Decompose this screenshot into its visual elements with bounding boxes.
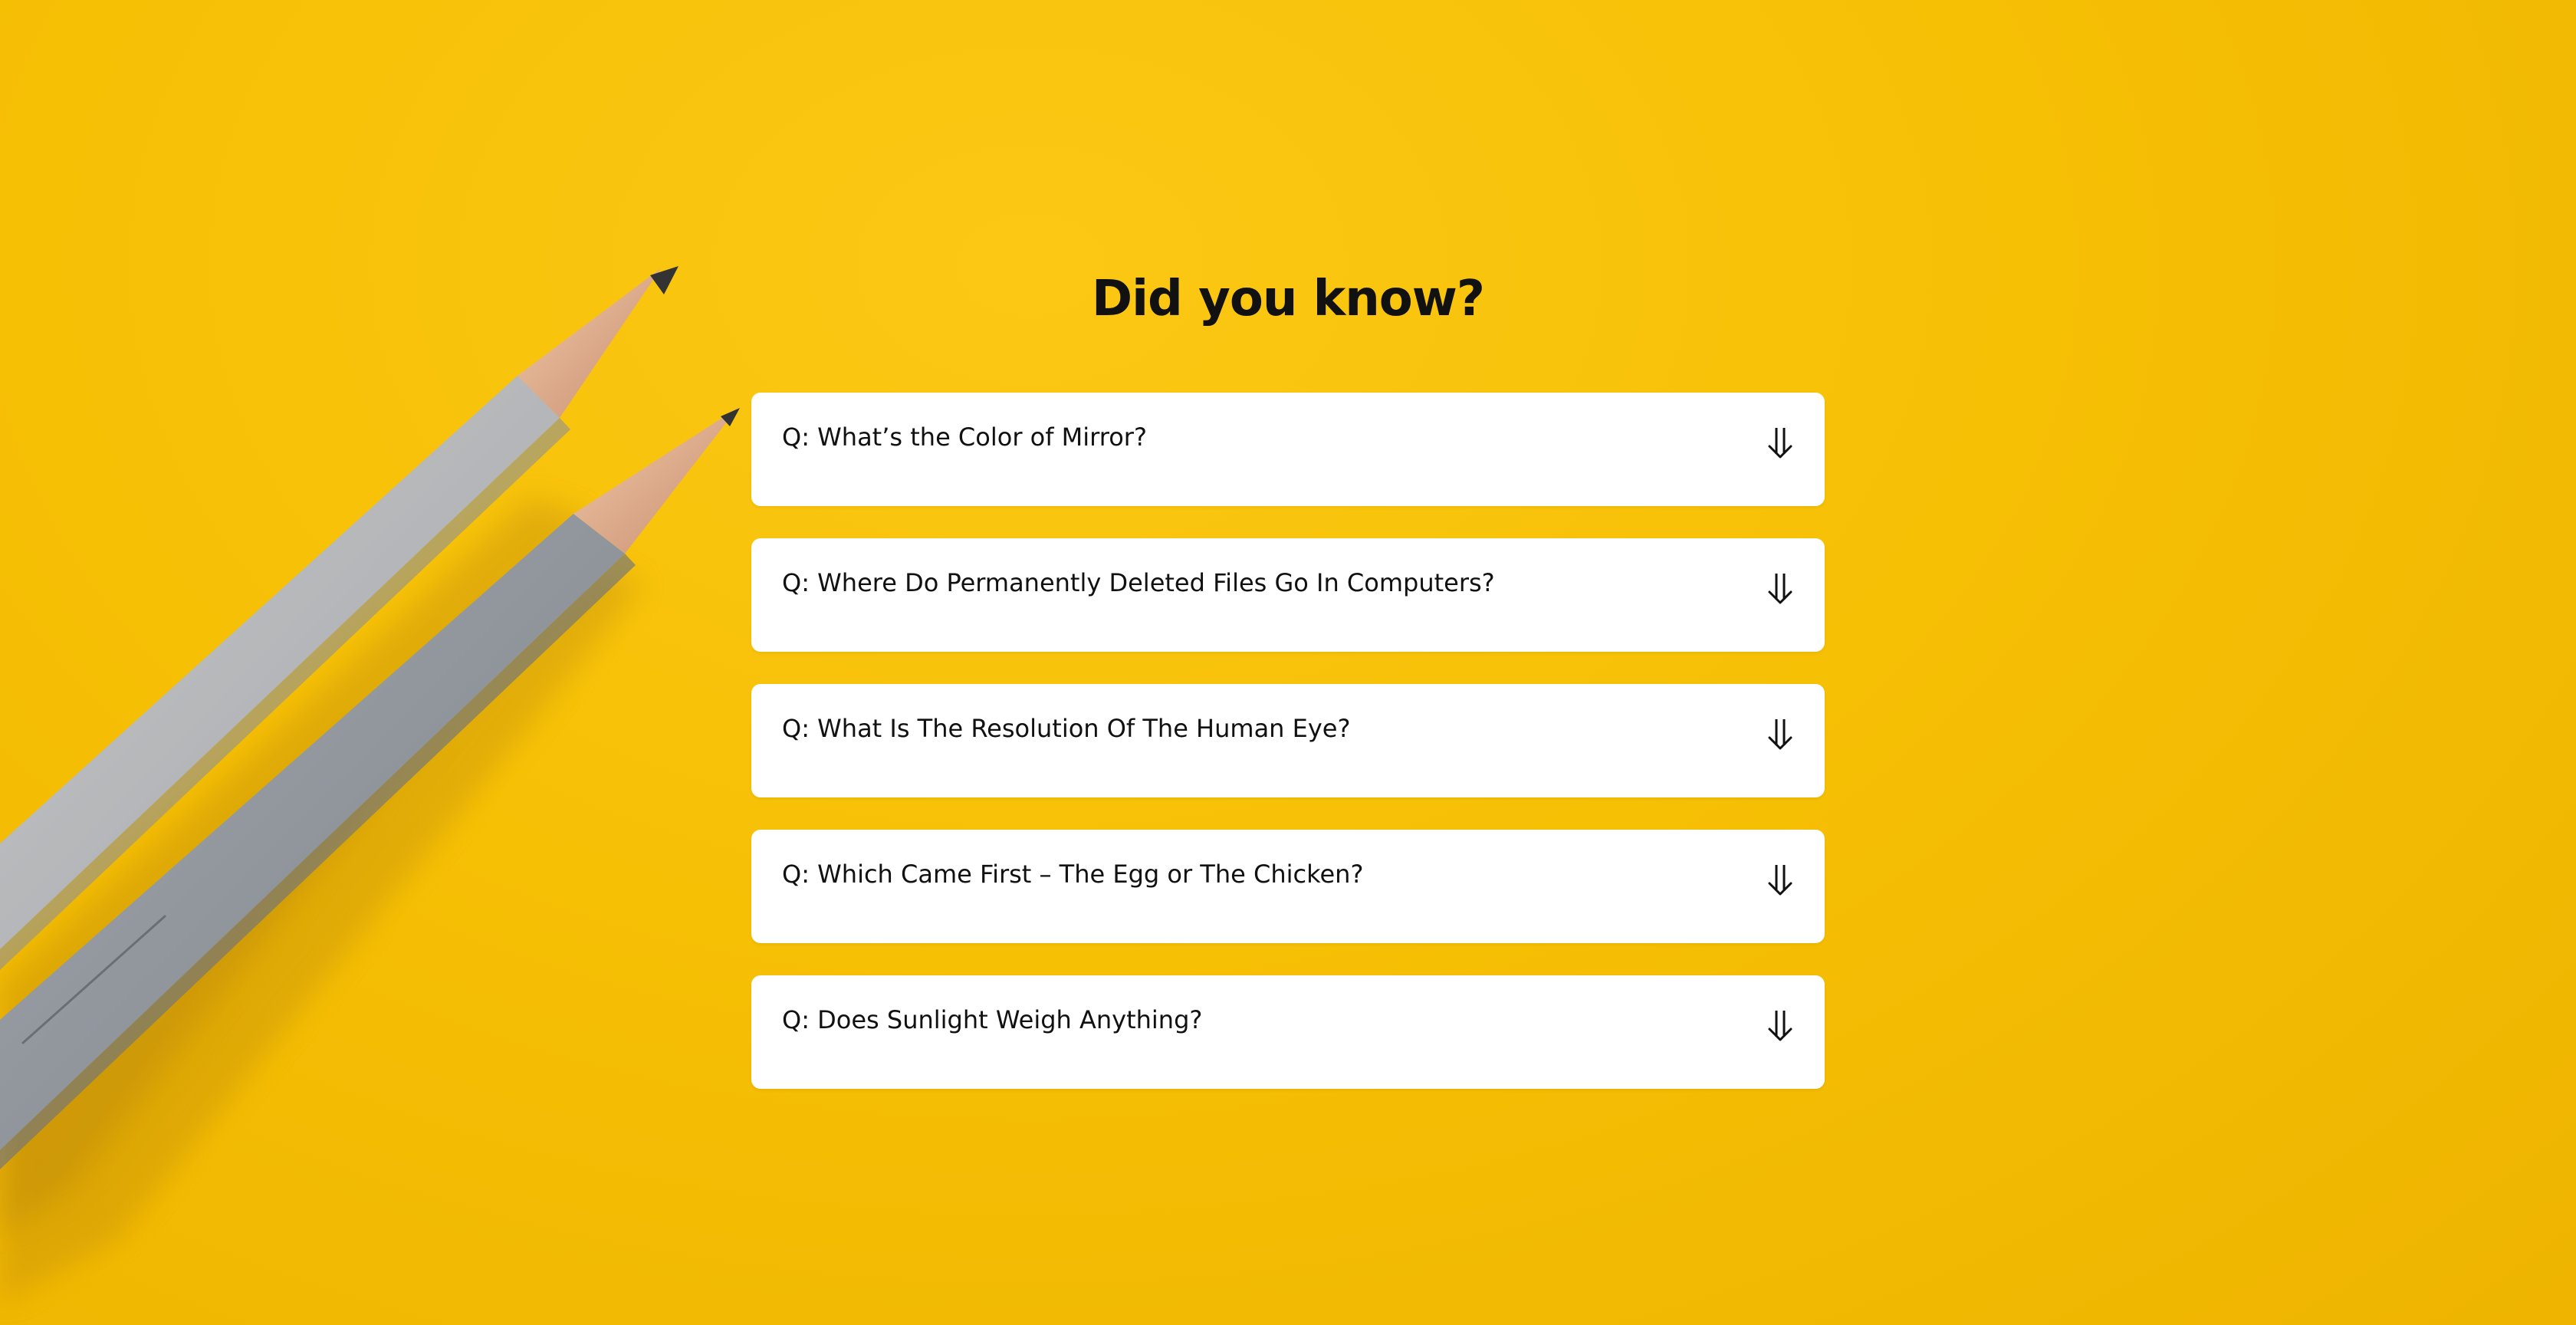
faq-item-deleted-files[interactable]: Q: Where Do Permanently Deleted Files Go… <box>751 538 1825 652</box>
double-arrow-down-icon[interactable] <box>1765 570 1796 604</box>
double-arrow-down-icon[interactable] <box>1765 425 1796 459</box>
faq-question-label: Q: Does Sunlight Weigh Anything? <box>782 1005 1203 1034</box>
faq-item-human-eye-resolution[interactable]: Q: What Is The Resolution Of The Human E… <box>751 684 1825 797</box>
faq-section: Did you know? Q: What’s the Color of Mir… <box>751 261 1825 1089</box>
page-title: Did you know? <box>1091 271 1485 327</box>
double-arrow-down-icon[interactable] <box>1765 716 1796 750</box>
double-arrow-down-icon[interactable] <box>1765 1008 1796 1041</box>
faq-question-label: Q: Which Came First – The Egg or The Chi… <box>782 860 1364 889</box>
faq-question-label: Q: What Is The Resolution Of The Human E… <box>782 714 1351 743</box>
faq-list: Q: What’s the Color of Mirror? Q: Where … <box>751 393 1825 1121</box>
faq-question-label: Q: Where Do Permanently Deleted Files Go… <box>782 568 1495 597</box>
faq-question-label: Q: What’s the Color of Mirror? <box>782 422 1147 452</box>
double-arrow-down-icon[interactable] <box>1765 862 1796 896</box>
faq-item-sunlight-weight[interactable]: Q: Does Sunlight Weigh Anything? <box>751 975 1825 1089</box>
faq-item-egg-or-chicken[interactable]: Q: Which Came First – The Egg or The Chi… <box>751 830 1825 943</box>
faq-item-color-of-mirror[interactable]: Q: What’s the Color of Mirror? <box>751 393 1825 506</box>
